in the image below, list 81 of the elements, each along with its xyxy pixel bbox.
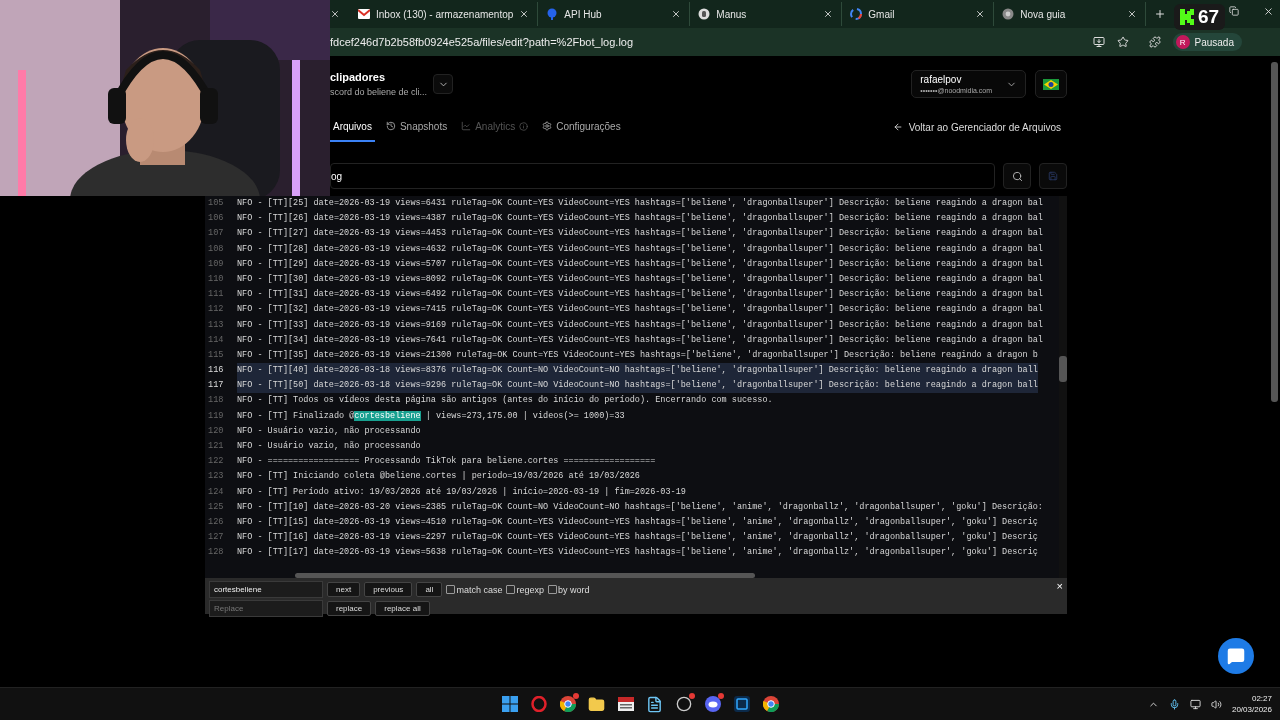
log-line: NFO - [TT][32] date=2026-03-19 views=7415 ruleTag=OK Count=YES VideoCount=YES hashtags=['beliene', 'dragonballsuper'] Descrição: beliene reagindo a dragon bal: [237, 303, 1043, 317]
project-name: clipadores: [330, 70, 386, 84]
viewer-count: 67: [1198, 6, 1220, 28]
find-option[interactable]: match case: [446, 584, 503, 595]
avatar-initial: R: [1175, 35, 1190, 49]
log-line: NFO - ================== Processando TikTok para beliene.cortes ==================: [237, 455, 656, 469]
file-path-field[interactable]: og: [330, 163, 995, 189]
log-line: NFO - [TT][27] date=2026-03-19 views=4453 ruleTag=OK Count=YES VideoCount=YES hashtags=['beliene', 'dragonballsuper'] Descrição: beliene reagindo a dragon bal: [237, 227, 1043, 241]
log-line: NFO - [TT][28] date=2026-03-19 views=4632 ruleTag=OK Count=YES VideoCount=YES hashtags=['beliene', 'dragonballsuper'] Descrição: beliene reagindo a dragon bal: [237, 242, 1043, 256]
line-number: 115: [207, 348, 225, 362]
tab-title: Gmail: [868, 8, 896, 20]
line-number: 128: [207, 546, 225, 560]
replace-button[interactable]: replace: [327, 601, 372, 616]
line-number: 113: [207, 318, 225, 332]
find-option[interactable]: by word: [547, 584, 590, 595]
nav-tab[interactable]: Snapshots: [382, 112, 451, 142]
browser-tab[interactable]: API Hub: [538, 2, 691, 26]
line-number: 108: [207, 242, 225, 256]
log-line: NFO - [TT][33] date=2026-03-19 views=9169 ruleTag=OK Count=YES VideoCount=YES hashtags=['beliene', 'dragonballsuper'] Descrição: beliene reagindo a dragon bal: [237, 318, 1043, 332]
close-button[interactable]: ×: [1056, 580, 1063, 592]
line-number: 126: [207, 515, 225, 529]
back-link[interactable]: Voltar ao Gerenciador de Arquivos: [886, 112, 1067, 142]
log-line: NFO - [TT][29] date=2026-03-19 views=5707 ruleTag=OK Count=YES VideoCount=YES hashtags=['beliene', 'dragonballsuper'] Descrição: beliene reagindo a dragon bal: [237, 257, 1043, 271]
line-number: 109: [207, 257, 225, 271]
tab-title: API Hub: [564, 8, 603, 20]
line-number: 116: [207, 364, 225, 378]
line-number: 125: [207, 500, 225, 514]
browser-tab[interactable]: Gmail: [842, 2, 995, 26]
tab-title: Inbox (130) - armazenamentop: [376, 8, 514, 20]
log-line: NFO - [TT][15] date=2026-03-19 views=4510 ruleTag=OK Count=YES VideoCount=YES hashtags=['beliene', 'anime', 'dragonballz', 'dragonballsuper', 'goku'] Descriç: [237, 515, 1038, 529]
log-line: NFO - [TT][34] date=2026-03-19 views=7641 ruleTag=OK Count=YES VideoCount=YES hashtags=['beliene', 'dragonballsuper'] Descrição: beliene reagindo a dragon bal: [237, 333, 1043, 347]
line-number: 119: [207, 409, 225, 423]
line-number: 105: [207, 197, 225, 210]
browser-tab[interactable]: Manus: [690, 2, 843, 26]
log-line: NFO - [TT][30] date=2026-03-19 views=8092 ruleTag=OK Count=YES VideoCount=YES hashtags=['beliene', 'dragonballsuper'] Descrição: beliene reagindo a dragon bal: [237, 272, 1043, 286]
address-url[interactable]: fdcef246d7b2b58fb0924e525a/files/edit?path=%2Fbot_log.log: [330, 36, 1081, 48]
line-number: 118: [207, 394, 225, 408]
replace-button[interactable]: replace all: [375, 601, 430, 616]
log-line: NFO - [TT][25] date=2026-03-19 views=6431 ruleTag=OK Count=YES VideoCount=YES hashtags=['beliene', 'dragonballsuper'] Descrição: beliene reagindo a dragon bal: [237, 197, 1043, 210]
find-button[interactable]: previous: [364, 582, 413, 597]
log-line: NFO - [TT][26] date=2026-03-19 views=4387 ruleTag=OK Count=YES VideoCount=YES hashtags=['beliene', 'dragonballsuper'] Descrição: beliene reagindo a dragon bal: [237, 212, 1043, 226]
line-number: 112: [207, 303, 225, 317]
profile-button[interactable]: R Pausada: [1172, 33, 1242, 51]
line-number: 120: [207, 424, 225, 438]
line-number: 111: [207, 288, 225, 302]
line-number: 127: [207, 531, 225, 545]
browser-tab[interactable]: Nova guia: [994, 2, 1147, 26]
log-line: NFO - [TT] Período ativo: 19/03/2026 até 19/03/2026 | início=2026-03-19 | fim=2026-03-19: [237, 485, 686, 499]
find-field[interactable]: cortesbeliene: [209, 581, 323, 598]
line-number: 123: [207, 470, 225, 484]
line-number: 107: [207, 227, 225, 241]
time: 02:27: [1251, 694, 1272, 703]
log-line: NFO - Usuário vazio, não processando: [237, 424, 421, 438]
find-button[interactable]: all: [416, 582, 443, 597]
line-number: 122: [207, 455, 225, 469]
replace-field[interactable]: Replace: [209, 600, 323, 617]
line-number: 110: [207, 272, 225, 286]
line-number: 121: [207, 440, 225, 453]
find-button[interactable]: next: [327, 582, 361, 597]
date: 20/03/2026: [1231, 705, 1272, 714]
tab-title: Manus: [716, 8, 748, 20]
browser-tab[interactable]: Inbox (130) - armazenamentop: [350, 2, 539, 26]
log-line: NFO - [TT][10] date=2026-03-20 views=2385 ruleTag=OK Count=NO VideoCount=NO hashtags=['beliene', 'anime', 'dragonballz', 'dragonballsuper', 'goku'] Descrição:: [237, 500, 1043, 514]
profile-status: Pausada: [1194, 36, 1234, 48]
log-line: NFO - [TT][35] date=2026-03-19 views=21300 ruleTag=OK Count=YES VideoCount=YES hashtags=['beliene', 'dragonballsuper'] Descrição: beliene reagindo a dragon b: [237, 348, 1038, 362]
log-line: NFO - [TT][31] date=2026-03-19 views=6492 ruleTag=OK Count=YES VideoCount=YES hashtags=['beliene', 'dragonballsuper'] Descrição: beliene reagindo a dragon bal: [237, 288, 1043, 302]
log-line: NFO - [TT] Iniciando coleta @beliene.cortes | periodo=19/03/2026 até 19/03/2026: [237, 470, 640, 484]
line-number: 114: [207, 333, 225, 347]
find-option[interactable]: regexp: [506, 584, 544, 595]
line-number: 106: [207, 212, 225, 226]
clock[interactable]: 02:27 20/03/2026: [1231, 694, 1272, 714]
line-number: 117: [207, 379, 225, 393]
log-line: NFO - [TT][16] date=2026-03-19 views=2297 ruleTag=OK Count=YES VideoCount=YES hashtags=['beliene', 'anime', 'dragonballz', 'dragonballsuper', 'goku'] Descriç: [237, 531, 1038, 545]
user-name: rafaelpov: [920, 74, 962, 85]
project-subtitle: scord do beliene de cli...: [330, 86, 428, 98]
nav-tab[interactable]: Configurações: [539, 112, 624, 142]
line-number: 124: [207, 485, 225, 499]
log-line: NFO - [TT][17] date=2026-03-19 views=5638 ruleTag=OK Count=YES VideoCount=YES hashtags=['beliene', 'anime', 'dragonballz', 'dragonballsuper', 'goku'] Descriç: [237, 546, 1038, 560]
log-line: NFO - Usuário vazio, não processando: [237, 440, 421, 453]
log-line: NFO - [TT] Todos os vídeos desta página são antigos (antes do início do período). Encerrando com sucesso.: [237, 394, 773, 408]
tab-title: Nova guia: [1020, 8, 1067, 20]
